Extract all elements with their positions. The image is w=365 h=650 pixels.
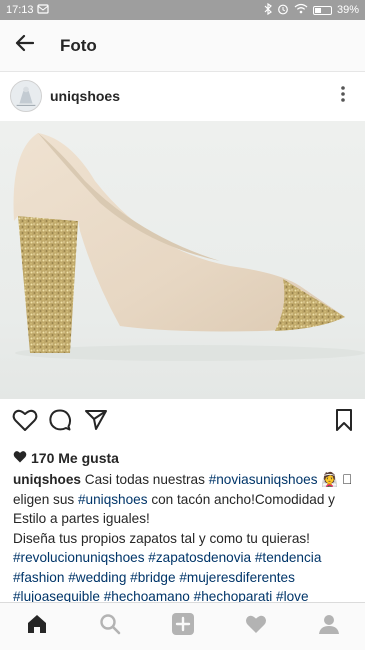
action-bar [0, 400, 365, 444]
arrow-left-icon [14, 34, 35, 57]
caption-text: Casi todas nuestras #noviasuniqshoes 👰 🏼… [13, 472, 352, 602]
avatar[interactable] [10, 80, 42, 112]
nav-home[interactable] [17, 607, 57, 647]
hashtag-link[interactable]: #zapatosdenovia [148, 550, 251, 565]
post-header: uniqshoes [0, 72, 365, 120]
share-button[interactable] [84, 404, 120, 440]
post-image[interactable] [0, 121, 365, 399]
bottom-navigation [0, 602, 365, 650]
page-title: Foto [60, 35, 97, 55]
nav-profile[interactable] [309, 607, 349, 647]
home-icon [26, 613, 48, 640]
likes-count[interactable]: 170 Me gusta [13, 450, 119, 466]
status-time: 17:13 [6, 4, 34, 16]
share-icon [84, 408, 108, 437]
nav-activity[interactable] [236, 607, 276, 647]
profile-icon [318, 613, 340, 640]
filled-heart-icon [13, 450, 27, 466]
search-icon [99, 613, 121, 640]
like-button[interactable] [12, 404, 48, 440]
hashtag-link[interactable]: #tendencia [255, 550, 322, 565]
caption-fragment: Diseña tus propios zapatos tal y como tu… [13, 530, 310, 546]
more-options-button[interactable] [331, 80, 355, 112]
hashtag-link[interactable]: #hechoamano [104, 589, 190, 602]
hashtag-link[interactable]: #wedding [68, 570, 126, 585]
hashtag-link[interactable]: #love [276, 589, 309, 602]
hashtag-link[interactable]: #noviasuniqshoes [209, 472, 318, 487]
battery-level: 39% [336, 4, 359, 16]
shoe-photo [13, 133, 365, 361]
comment-button[interactable] [48, 404, 84, 440]
likes-label: 170 Me gusta [31, 450, 119, 466]
more-vertical-icon [341, 85, 345, 108]
caption-fragment: 👰 [317, 472, 353, 487]
hashtag-link[interactable]: #uniqshoes [78, 492, 148, 507]
hashtag-link[interactable]: #bridge [130, 570, 175, 585]
battery-icon [312, 5, 332, 15]
nav-add[interactable] [163, 607, 203, 647]
back-button[interactable] [0, 20, 48, 72]
heart-icon [12, 408, 38, 437]
caption-username[interactable]: uniqshoes [13, 472, 81, 487]
bluetooth-icon [264, 2, 272, 18]
post-username[interactable]: uniqshoes [50, 88, 120, 104]
status-bar: 17:13 39% [0, 0, 365, 20]
hashtag-link[interactable]: #revolucionuniqshoes [13, 550, 145, 565]
wifi-icon [294, 3, 308, 17]
hashtag-link[interactable]: #mujeresdiferentes [179, 570, 295, 585]
bookmark-icon [335, 408, 353, 437]
hashtag-link[interactable]: #fashion [13, 570, 64, 585]
save-button[interactable] [317, 404, 353, 440]
post-caption: uniqshoes Casi todas nuestras #noviasuni… [13, 470, 358, 602]
app-header: Foto [0, 20, 365, 72]
notification-icon [36, 3, 49, 17]
nav-search[interactable] [90, 607, 130, 647]
add-icon [171, 612, 195, 641]
caption-fragment: Casi todas nuestras [84, 472, 209, 487]
comment-icon [48, 408, 72, 437]
hashtag-link[interactable]: #lujoasequible [13, 589, 100, 602]
activity-heart-icon [245, 614, 267, 639]
hashtag-link[interactable]: #hechoparati [194, 589, 273, 602]
alarm-icon [277, 3, 289, 18]
caption-fragment: 🏼 eligen sus [13, 491, 75, 507]
